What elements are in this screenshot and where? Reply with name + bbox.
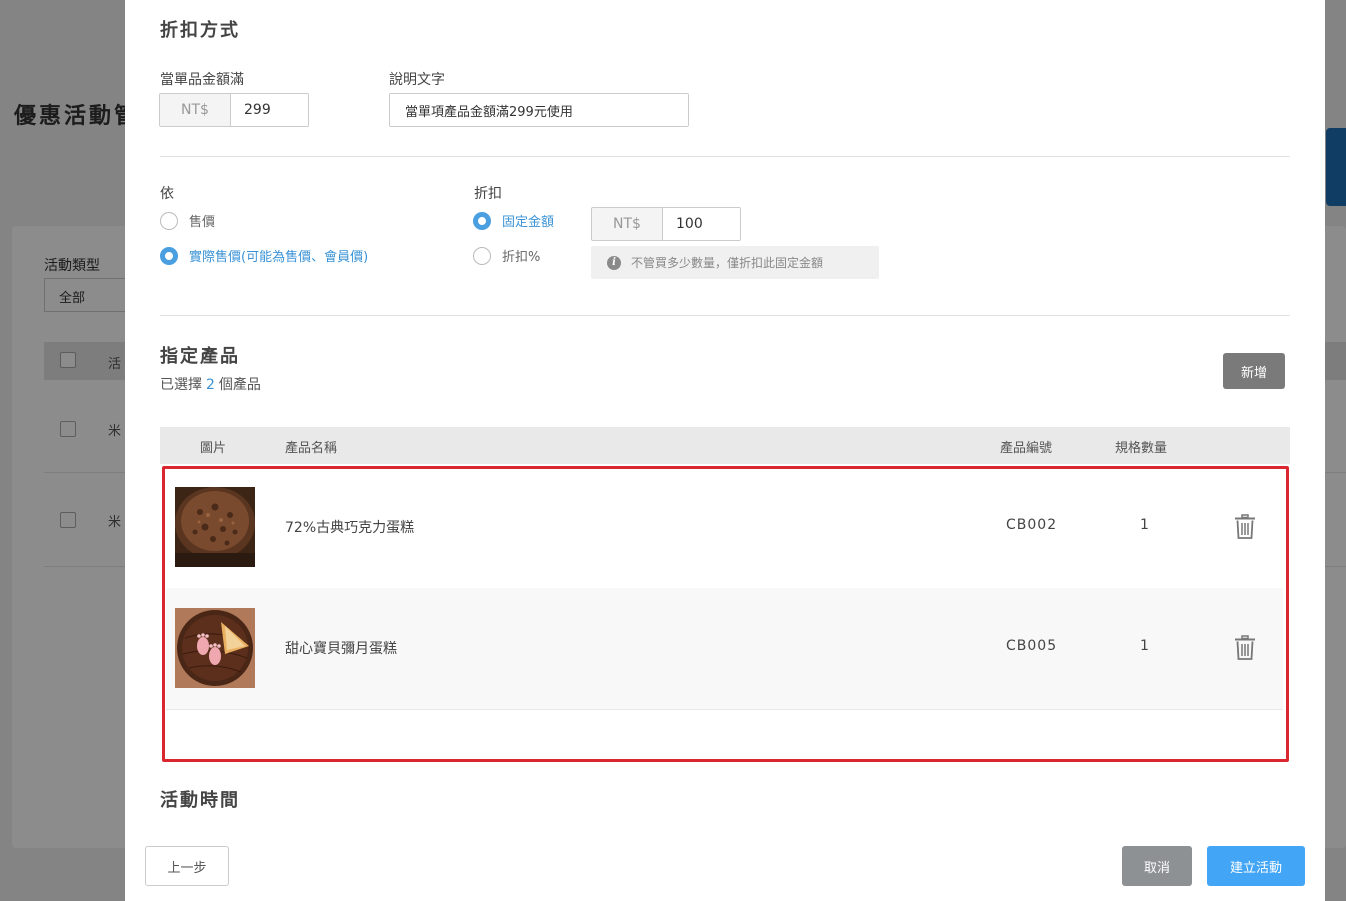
product-name: 72%古典巧克力蛋糕 [285,520,415,536]
create-campaign-modal: 折扣方式 當單品金額滿 NT$ 299 說明文字 當單項產品金額滿299元使用 … [125,0,1325,901]
create-campaign-button[interactable]: 建立活動 [1207,846,1305,886]
radio-circle-selected [160,246,178,265]
radio-circle [473,246,491,265]
radio-label: 固定金額 [502,215,555,230]
products-title: 指定產品 [160,346,240,367]
selected-count-number: 2 [206,377,215,393]
selected-count-text: 已選擇 2 個產品 [160,374,261,394]
description-input[interactable]: 當單項產品金額滿299元使用 [389,93,689,127]
product-name: 甜心寶貝彌月蛋糕 [285,641,397,657]
selected-prefix: 已選擇 [160,377,202,393]
radio-basis-price[interactable]: 售價 [160,211,215,230]
basis-label: 依 [160,186,174,202]
delete-product-button[interactable] [1234,635,1256,661]
threshold-amount-input[interactable]: 299 [231,93,309,127]
product-code: CB005 [1006,638,1058,654]
radio-discount-percent[interactable]: 折扣% [473,246,540,265]
selected-suffix: 個產品 [218,377,261,393]
products-table-header: 圖片 產品名稱 產品編號 規格數量 [160,427,1290,464]
discount-hint-text: 不管買多少數量，僅折扣此固定金額 [631,256,824,270]
discount-amount-input[interactable]: 100 [663,207,741,241]
column-code: 產品編號 [1000,441,1053,456]
column-spec-count: 規格數量 [1115,441,1168,456]
discount-label: 折扣 [474,186,502,202]
product-image-baby-cake [175,608,255,688]
product-spec-count: 1 [1140,517,1149,533]
schedule-title: 活動時間 [160,790,240,811]
row-divider [166,709,1283,710]
radio-discount-fixed[interactable]: 固定金額 [473,211,554,230]
radio-label: 折扣% [502,250,541,265]
discount-method-title: 折扣方式 [160,20,240,41]
radio-circle [160,211,178,230]
column-image: 圖片 [200,441,227,456]
back-button[interactable]: 上一步 [145,846,229,886]
info-icon: i [607,255,621,270]
discount-amount-group: NT$ 100 [591,207,741,241]
threshold-label: 當單品金額滿 [160,72,244,88]
threshold-input-group: NT$ 299 [159,93,309,127]
section-divider [160,156,1290,157]
discount-hint: i 不管買多少數量，僅折扣此固定金額 [591,246,879,279]
description-label: 說明文字 [389,72,445,88]
radio-basis-actual-price[interactable]: 實際售價(可能為售價、會員價) [160,246,368,265]
product-image-chocolate-cake [175,487,255,567]
delete-product-button[interactable] [1234,514,1256,540]
radio-label: 售價 [189,215,216,230]
table-row: 甜心寶貝彌月蛋糕 CB005 1 [166,588,1283,709]
threshold-currency-addon: NT$ [159,93,231,127]
column-name: 產品名稱 [285,441,338,456]
trash-icon [1235,514,1255,539]
product-code: CB002 [1006,517,1058,533]
section-divider [160,315,1290,316]
add-product-button[interactable]: 新增 [1223,353,1285,389]
table-row: 72%古典巧克力蛋糕 CB002 1 [166,467,1283,588]
discount-currency-addon: NT$ [591,207,663,241]
product-spec-count: 1 [1140,638,1149,654]
trash-icon [1235,635,1255,660]
radio-circle-selected [473,211,491,230]
cancel-button[interactable]: 取消 [1122,846,1192,886]
radio-label: 實際售價(可能為售價、會員價) [189,250,369,265]
